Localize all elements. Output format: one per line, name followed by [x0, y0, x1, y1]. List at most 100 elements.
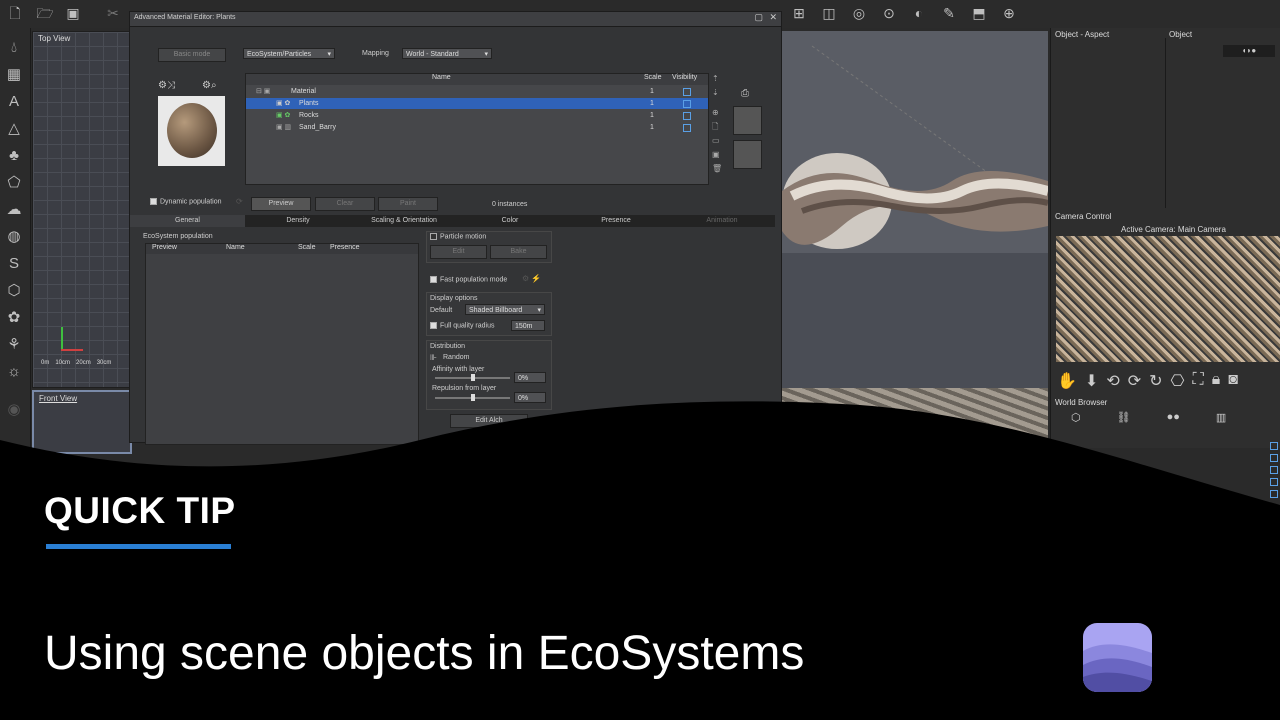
refresh-icon[interactable]: ⟳ — [236, 197, 243, 206]
tree-icon[interactable]: ♣ — [4, 146, 24, 166]
layer-checkbox[interactable] — [1270, 466, 1278, 474]
front-view-viewport[interactable]: Front View — [32, 390, 132, 454]
tool-icon[interactable]: ⬒ — [970, 4, 988, 22]
settings-zoom-icon[interactable]: ⚙⌕ — [202, 80, 217, 91]
open-folder-icon[interactable]: 🗁 — [36, 4, 54, 22]
layer-thumb-2[interactable] — [733, 140, 762, 169]
visibility-checkbox[interactable] — [683, 100, 691, 108]
tool-icon[interactable]: ⊙ — [880, 4, 898, 22]
random-label[interactable]: Random — [443, 354, 469, 361]
affinity-input[interactable]: 0% — [514, 372, 546, 383]
visibility-checkbox[interactable] — [683, 88, 691, 96]
grid-icon[interactable]: ▦ — [4, 65, 24, 85]
maximize-icon[interactable]: ▢ — [754, 12, 763, 23]
save-layer-icon[interactable]: ▣ — [712, 148, 724, 162]
object-toggle[interactable]: ◖◗● — [1223, 45, 1275, 57]
tree-row[interactable]: ▣ ▥ Sand_Barry 1 — [246, 122, 708, 133]
preview-button[interactable]: Preview — [251, 197, 311, 211]
plant-icon[interactable]: ⚘ — [4, 335, 24, 355]
tool-icon[interactable]: ◎ — [850, 4, 868, 22]
tree-row[interactable]: ▣ ✿ Rocks 1 — [246, 110, 708, 121]
new-file-icon[interactable]: 🗋 — [6, 4, 24, 22]
objects-tab-icon[interactable]: ⬡ — [1071, 411, 1081, 424]
settings-shuffle-icon[interactable]: ⚙⤨ — [158, 80, 175, 91]
cube-icon[interactable]: ⬡ — [4, 281, 24, 301]
collapse-icon[interactable]: ⊟ ▣ — [256, 86, 270, 97]
edit-button[interactable]: Edit — [430, 245, 487, 259]
hand-icon[interactable]: ✋ — [1057, 371, 1077, 391]
planet-icon[interactable]: ◍ — [4, 227, 24, 247]
text-icon[interactable]: A — [4, 92, 24, 112]
tool-icon[interactable]: ✎ — [940, 4, 958, 22]
tool-icon[interactable]: ⊕ — [1000, 4, 1018, 22]
close-icon[interactable]: ✕ — [769, 12, 777, 23]
ecosystem-icon[interactable]: ✿ — [4, 308, 24, 328]
visibility-checkbox[interactable] — [683, 112, 691, 120]
tree-row-selected[interactable]: ▣ ✿ Plants 1 — [246, 98, 708, 109]
top-view-viewport[interactable]: Top View 0m 10cm 20cm 30cm — [32, 31, 130, 388]
tab-color[interactable]: Color — [457, 215, 563, 227]
tool-icon[interactable]: ⊞ — [790, 4, 808, 22]
ecosystem-population-list[interactable]: Preview Name Scale Presence — [145, 243, 419, 445]
water-icon[interactable]: 💧︎ — [4, 38, 24, 58]
tool-icon[interactable]: ◐ — [910, 4, 928, 22]
camera-icon[interactable]: ⎔ — [1171, 371, 1185, 391]
layer-checkbox[interactable] — [1270, 454, 1278, 462]
dynamic-population-checkbox[interactable]: Dynamic population — [150, 198, 221, 205]
basic-mode-button[interactable]: Basic mode — [158, 48, 226, 62]
down-arrow-icon[interactable]: ⬇ — [1085, 371, 1098, 391]
full-quality-checkbox[interactable]: Full quality radius — [430, 322, 494, 329]
copy-icon[interactable]: 🗋 — [712, 120, 724, 134]
add-layer-icon[interactable]: ⊕ — [712, 106, 724, 120]
full-quality-radius-input[interactable]: 150m — [511, 320, 545, 331]
clear-button[interactable]: Clear — [315, 197, 375, 211]
cloud-icon[interactable]: ☁ — [4, 200, 24, 220]
terrain-icon[interactable]: △ — [4, 119, 24, 139]
save-icon[interactable]: ▣ — [64, 4, 82, 22]
links-tab-icon[interactable]: ⛓ — [1117, 411, 1131, 424]
repulsion-input[interactable]: 0% — [514, 392, 546, 403]
perspective-viewport[interactable] — [782, 31, 1050, 253]
layer-checkbox[interactable] — [1270, 478, 1278, 486]
tool-icon[interactable]: ◫ — [820, 4, 838, 22]
rock-icon[interactable]: ⬠ — [4, 173, 24, 193]
tree-row[interactable]: ⊟ ▣ Material 1 — [246, 86, 708, 97]
paste-icon[interactable]: ▭ — [712, 134, 724, 148]
cut-icon[interactable]: ✂ — [104, 4, 122, 22]
material-preview[interactable] — [158, 96, 225, 166]
layer-checkbox[interactable] — [1270, 442, 1278, 450]
paint-button[interactable]: Paint — [378, 197, 438, 211]
snapshot-icon[interactable]: ◙ — [1228, 371, 1238, 391]
bake-button[interactable]: Bake — [490, 245, 547, 259]
visibility-checkbox[interactable] — [683, 124, 691, 132]
tab-scaling-orientation[interactable]: Scaling & Orientation — [351, 215, 457, 227]
delete-icon[interactable]: 🗑︎ — [712, 162, 724, 176]
layer-checkbox[interactable] — [1270, 490, 1278, 498]
tab-animation[interactable]: Animation — [669, 215, 775, 227]
fast-options-icon[interactable]: ⚙ ⚡ — [522, 274, 541, 283]
tab-general[interactable]: General — [130, 215, 245, 227]
refresh-icon[interactable]: ↻ — [1149, 371, 1162, 391]
repulsion-slider-handle[interactable] — [471, 394, 475, 401]
material-type-dropdown[interactable]: EcoSystem/Particles ▾ — [243, 48, 335, 59]
tab-density[interactable]: Density — [245, 215, 351, 227]
affinity-slider-handle[interactable] — [471, 374, 475, 381]
tab-presence[interactable]: Presence — [563, 215, 669, 227]
library-tab-icon[interactable]: ▥ — [1216, 411, 1226, 424]
curve-icon[interactable]: S — [4, 254, 24, 274]
orbit-icon[interactable]: ⟲ — [1106, 371, 1119, 391]
light-icon[interactable]: ☼ — [4, 362, 24, 382]
rotate-icon[interactable]: ⟳ — [1128, 371, 1141, 391]
edit-alch-button[interactable]: Edit Alch — [450, 414, 528, 428]
frame-icon[interactable]: ⛶ — [1193, 371, 1204, 391]
display-mode-dropdown[interactable]: Shaded Billboard ▾ — [465, 304, 545, 315]
layer-thumb-1[interactable] — [733, 106, 762, 135]
particle-motion-checkbox[interactable]: Particle motion — [430, 233, 486, 240]
mapping-dropdown[interactable]: World - Standard ▾ — [402, 48, 492, 59]
camera-preview[interactable] — [1056, 236, 1280, 362]
globe-icon[interactable]: ◉ — [4, 400, 24, 420]
dialog-titlebar[interactable]: Advanced Material Editor: Plants ▢ ✕ — [130, 12, 781, 27]
materials-tab-icon[interactable]: ●● — [1167, 411, 1180, 424]
move-up-icon[interactable]: ⇡ — [712, 72, 724, 86]
move-down-icon[interactable]: ⇣ — [712, 86, 724, 100]
